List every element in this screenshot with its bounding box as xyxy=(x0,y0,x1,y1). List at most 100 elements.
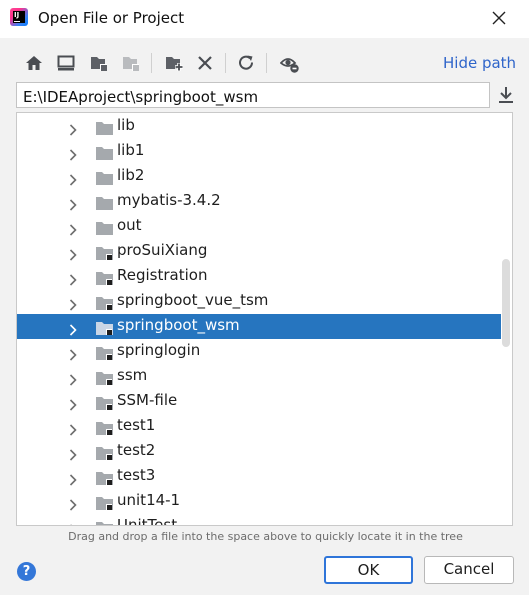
chevron-right-icon[interactable] xyxy=(69,496,77,515)
show-hidden-icon xyxy=(280,58,299,73)
chevron-right-icon[interactable] xyxy=(69,321,77,340)
cancel-button[interactable]: Cancel xyxy=(424,556,514,584)
tree-row-label: springboot_wsm xyxy=(117,316,240,334)
close-icon xyxy=(492,11,506,25)
tree-row-label: ssm xyxy=(117,366,148,384)
help-button[interactable]: ? xyxy=(17,562,36,581)
chevron-right-icon[interactable] xyxy=(69,346,77,365)
tree-row[interactable]: test1 xyxy=(17,414,501,439)
tree-row-label: springboot_vue_tsm xyxy=(117,291,269,309)
title-bar: IJ Open File or Project xyxy=(0,0,529,38)
tree-row[interactable]: lib1 xyxy=(17,139,501,164)
chevron-right-icon[interactable] xyxy=(69,396,77,415)
refresh-icon xyxy=(239,55,254,70)
folder-icon xyxy=(96,370,114,389)
chevron-right-icon[interactable] xyxy=(69,196,77,215)
drag-drop-hint: Drag and drop a file into the space abov… xyxy=(68,530,463,543)
chevron-right-icon[interactable] xyxy=(69,171,77,190)
refresh-button[interactable] xyxy=(233,50,259,76)
chevron-right-icon[interactable] xyxy=(69,446,77,465)
tree-row[interactable]: lib2 xyxy=(17,164,501,189)
chevron-right-icon[interactable] xyxy=(69,246,77,265)
project-folder-icon xyxy=(91,57,107,71)
tree-row-label: lib1 xyxy=(117,141,145,159)
tree-row[interactable]: lib xyxy=(17,114,501,139)
tree-row[interactable]: proSuiXiang xyxy=(17,239,501,264)
folder-icon xyxy=(96,245,114,264)
home-button[interactable] xyxy=(21,50,47,76)
folder-icon xyxy=(96,495,114,514)
desktop-button[interactable] xyxy=(53,50,79,76)
delete-icon xyxy=(198,56,212,70)
module-folder-icon xyxy=(123,57,139,71)
folder-icon xyxy=(96,420,114,439)
window-title: Open File or Project xyxy=(38,9,185,27)
file-tree[interactable]: lib lib1 lib2 mybatis-3.4.2 out proSuiXiang Re… xyxy=(16,112,513,526)
folder-icon xyxy=(96,220,114,239)
path-field[interactable] xyxy=(16,82,490,108)
download-button[interactable] xyxy=(494,83,518,107)
project-folder-button[interactable] xyxy=(86,50,112,76)
intellij-idea-icon: IJ xyxy=(10,8,28,26)
ok-button[interactable]: OK xyxy=(324,556,413,584)
folder-icon xyxy=(96,345,114,364)
delete-button[interactable] xyxy=(192,50,218,76)
folder-icon xyxy=(96,195,114,214)
tree-row[interactable]: Registration xyxy=(17,264,501,289)
tree-row[interactable]: springboot_vue_tsm xyxy=(17,289,501,314)
tree-row[interactable]: mybatis-3.4.2 xyxy=(17,189,501,214)
tree-row-label: lib xyxy=(117,116,135,134)
desktop-icon xyxy=(57,55,75,71)
tree-row-label: springlogin xyxy=(117,341,201,359)
close-button[interactable] xyxy=(484,4,514,32)
tree-row-label: test2 xyxy=(117,441,156,459)
hide-path-link[interactable]: Hide path xyxy=(443,54,516,72)
folder-icon xyxy=(96,295,114,314)
tree-row[interactable]: springlogin xyxy=(17,339,501,364)
folder-icon xyxy=(96,270,114,289)
toolbar-separator xyxy=(266,53,267,73)
tree-row-label: lib2 xyxy=(117,166,145,184)
chevron-right-icon[interactable] xyxy=(69,221,77,240)
tree-row-label: UnitTest xyxy=(117,516,178,526)
tree-row[interactable]: test2 xyxy=(17,439,501,464)
folder-icon xyxy=(96,470,114,489)
download-icon xyxy=(499,87,513,103)
home-icon xyxy=(26,56,42,70)
tree-scrollbar[interactable] xyxy=(502,259,510,347)
module-folder-button[interactable] xyxy=(118,50,144,76)
chevron-right-icon[interactable] xyxy=(69,371,77,390)
chevron-right-icon[interactable] xyxy=(69,296,77,315)
folder-icon xyxy=(96,145,114,164)
folder-icon xyxy=(96,170,114,189)
chevron-right-icon[interactable] xyxy=(69,271,77,290)
tree-row-label: proSuiXiang xyxy=(117,241,208,259)
folder-icon xyxy=(96,120,114,139)
tree-row-label: mybatis-3.4.2 xyxy=(117,191,221,209)
folder-icon xyxy=(96,395,114,414)
folder-icon xyxy=(96,520,114,525)
tree-row[interactable]: UnitTest xyxy=(17,514,501,526)
tree-row-label: unit14-1 xyxy=(117,491,181,509)
tree-row-label: test3 xyxy=(117,466,156,484)
folder-icon xyxy=(96,445,114,464)
chevron-right-icon[interactable] xyxy=(69,121,77,140)
chevron-right-icon[interactable] xyxy=(69,521,77,525)
toolbar-separator xyxy=(151,53,152,73)
tree-row[interactable]: unit14-1 xyxy=(17,489,501,514)
tree-row[interactable]: test3 xyxy=(17,464,501,489)
tree-row[interactable]: springboot_wsm xyxy=(17,314,501,339)
tree-row[interactable]: SSM-file xyxy=(17,389,501,414)
toolbar-separator xyxy=(225,53,226,73)
tree-row-label: out xyxy=(117,216,142,234)
folder-icon xyxy=(96,320,114,339)
chevron-right-icon[interactable] xyxy=(69,421,77,440)
show-hidden-button[interactable] xyxy=(276,50,302,76)
new-folder-icon xyxy=(166,57,183,71)
tree-row[interactable]: out xyxy=(17,214,501,239)
chevron-right-icon[interactable] xyxy=(69,146,77,165)
new-folder-button[interactable] xyxy=(161,50,187,76)
chevron-right-icon[interactable] xyxy=(69,471,77,490)
tree-row[interactable]: ssm xyxy=(17,364,501,389)
tree-row-label: test1 xyxy=(117,416,156,434)
